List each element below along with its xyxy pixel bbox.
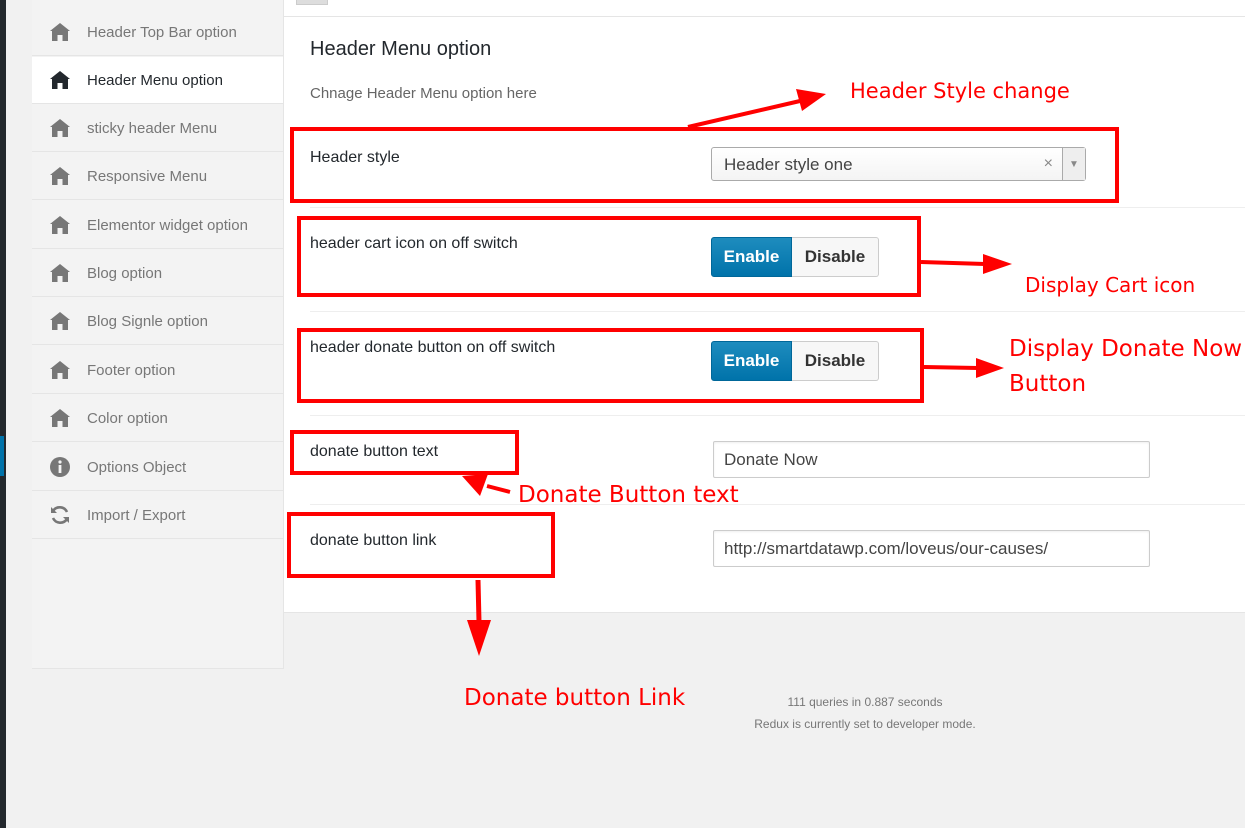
annotation-box-header-style <box>290 127 1119 203</box>
sidebar-item-options-object[interactable]: Options Object <box>32 444 283 491</box>
row-divider <box>310 207 1245 208</box>
annotation-box-cart-switch <box>297 216 921 297</box>
annotation-box-donate-switch <box>297 328 924 403</box>
sidebar-item-blog-single[interactable]: Blog Signle option <box>32 298 283 345</box>
home-icon <box>49 21 71 43</box>
home-icon <box>49 310 71 332</box>
annotation-display-cart-icon: Display Cart icon <box>1025 273 1196 297</box>
dev-mode-notice: Redux is currently set to developer mode… <box>754 717 976 731</box>
top-toolbar-button[interactable] <box>296 0 328 5</box>
home-icon <box>49 69 71 91</box>
row-divider <box>310 504 1245 505</box>
query-stats: 111 queries in 0.887 seconds <box>787 695 943 709</box>
sidebar-item-import-export[interactable]: Import / Export <box>32 492 283 539</box>
sidebar-item-label: Import / Export <box>87 506 186 524</box>
sidebar-item-responsive-menu[interactable]: Responsive Menu <box>32 153 283 200</box>
home-icon <box>49 407 71 429</box>
annotation-donate-button-text: Donate Button text <box>518 482 739 508</box>
sidebar-item-label: Responsive Menu <box>87 167 208 185</box>
row-divider <box>310 415 1245 416</box>
annotation-box-donate-text <box>290 430 519 475</box>
sidebar-item-blog[interactable]: Blog option <box>32 250 283 297</box>
sidebar-item-label: Blog option <box>87 264 163 282</box>
annotation-header-style-change: Header Style change <box>850 79 1070 103</box>
sidebar-item-label: Header Top Bar option <box>87 23 237 41</box>
home-icon <box>49 165 71 187</box>
annotation-display-donate-line1: Display Donate Now <box>1009 336 1243 362</box>
annotation-donate-button-link: Donate button Link <box>464 685 686 711</box>
sidebar-item-label: Elementor widget option <box>87 216 248 234</box>
sidebar-item-label: Options Object <box>87 458 187 476</box>
home-icon <box>49 117 71 139</box>
admin-menu-current-indicator <box>0 436 4 476</box>
row-divider <box>310 311 1245 312</box>
sidebar-item-sticky-header[interactable]: sticky header Menu <box>32 105 283 152</box>
sidebar-item-label: Footer option <box>87 361 176 379</box>
donate-link-input[interactable] <box>713 530 1150 567</box>
sidebar-item-label: Header Menu option <box>87 71 223 89</box>
sidebar-item-elementor-widget[interactable]: Elementor widget option <box>32 202 283 249</box>
options-footer-bar <box>284 612 1245 669</box>
sidebar-item-color[interactable]: Color option <box>32 395 283 442</box>
donate-text-input[interactable] <box>713 441 1150 478</box>
sidebar-item-label: sticky header Menu <box>87 119 218 137</box>
sidebar-item-label: Blog Signle option <box>87 312 208 330</box>
options-sidebar: Header Top Bar option Header Menu option… <box>32 0 284 668</box>
info-icon <box>49 456 71 478</box>
sidebar-item-label: Color option <box>87 409 168 427</box>
page-title: Header Menu option <box>310 38 492 60</box>
sidebar-item-footer[interactable]: Footer option <box>32 347 283 394</box>
annotation-display-donate-line2: Button <box>1009 371 1087 397</box>
section-description: Chnage Header Menu option here <box>310 85 537 102</box>
home-icon <box>49 262 71 284</box>
main-divider <box>284 16 1245 17</box>
annotation-box-donate-link <box>287 512 555 578</box>
home-icon <box>49 359 71 381</box>
sidebar-item-header-top-bar[interactable]: Header Top Bar option <box>32 9 283 56</box>
home-icon <box>49 214 71 236</box>
refresh-icon <box>49 504 71 526</box>
admin-menu-strip <box>0 0 6 828</box>
sidebar-item-header-menu[interactable]: Header Menu option <box>32 57 283 104</box>
